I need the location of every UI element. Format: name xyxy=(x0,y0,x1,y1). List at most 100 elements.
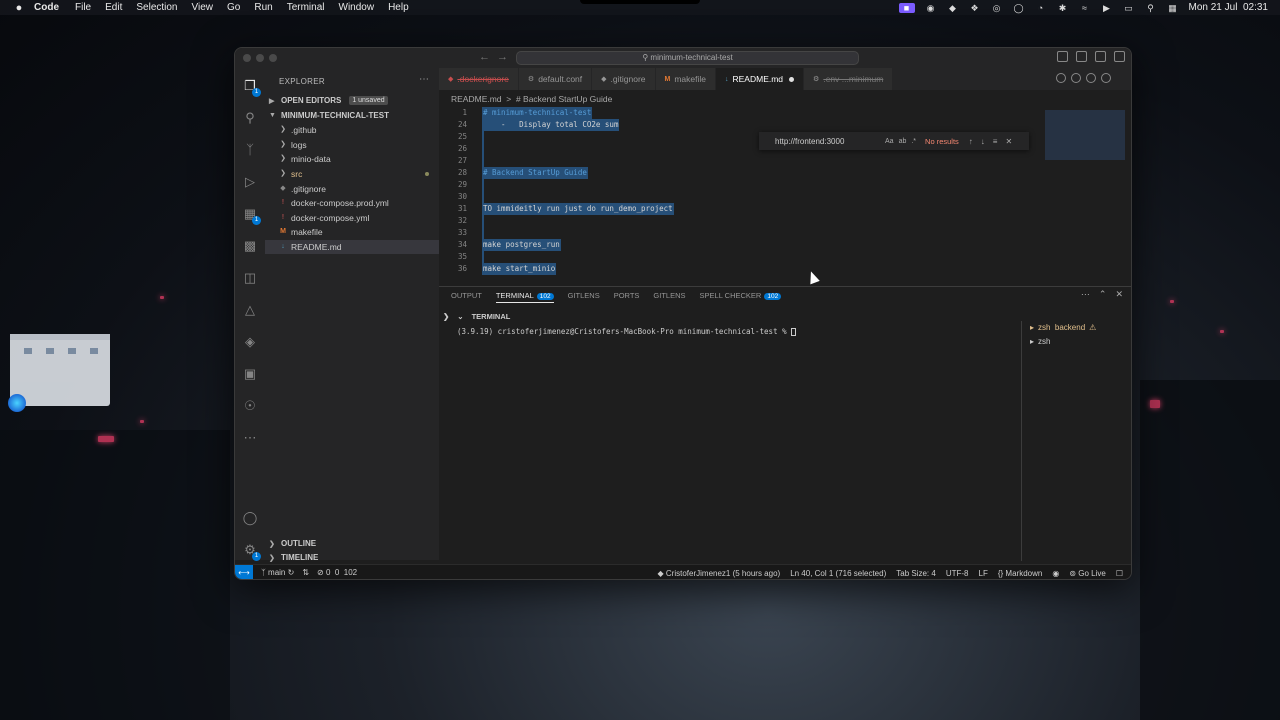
customize-layout-icon[interactable] xyxy=(1114,51,1125,62)
database-icon[interactable]: ◫ xyxy=(242,270,258,286)
notifications-icon[interactable]: ☐ xyxy=(1116,569,1123,578)
apple-icon[interactable]: ● xyxy=(12,2,26,14)
panel-tab-ports[interactable]: PORTS xyxy=(614,291,640,303)
terminal-section-header[interactable]: ❯ ⌄ TERMINAL xyxy=(443,312,510,321)
headphones-icon[interactable]: ◔ xyxy=(1035,3,1047,13)
open-editors-section[interactable]: ▶ OPEN EDITORS 1 unsaved xyxy=(269,96,388,105)
tab-makefile[interactable]: M makefile xyxy=(655,68,716,90)
menu-view[interactable]: View xyxy=(192,2,214,13)
menu-edit[interactable]: Edit xyxy=(105,2,122,13)
menu-app-name[interactable]: Code xyxy=(34,2,59,13)
tree-item-minio-data[interactable]: ❯ minio-data xyxy=(265,152,439,166)
menu-window[interactable]: Window xyxy=(339,2,375,13)
extensions-icon[interactable]: ▦ 1 xyxy=(242,206,261,225)
compare-icon[interactable] xyxy=(1086,73,1096,83)
outline-section[interactable]: ❯ OUTLINE xyxy=(269,539,316,548)
search-icon[interactable]: ⚲ xyxy=(1145,3,1157,13)
desktop-window-thumbnail[interactable] xyxy=(10,334,110,406)
testing-flask-icon[interactable]: △ xyxy=(242,302,258,318)
menu-terminal[interactable]: Terminal xyxy=(287,2,325,13)
remote-indicator-icon[interactable]: ⟷ xyxy=(235,564,253,579)
sync-icon[interactable]: ⇅ xyxy=(302,568,309,577)
git-branch[interactable]: ᛉ main ↻ xyxy=(261,568,294,577)
forward-arrow-icon[interactable]: → xyxy=(497,51,508,63)
tree-item-logs[interactable]: ❯ logs xyxy=(265,138,439,152)
menubar-clock[interactable]: Mon 21 Jul 02:31 xyxy=(1189,2,1269,13)
menu-go[interactable]: Go xyxy=(227,2,240,13)
search-icon[interactable]: ⚲ xyxy=(242,110,258,126)
tab-gitignore[interactable]: ◆ .gitignore xyxy=(592,68,656,90)
tree-item-gitignore[interactable]: ◆ .gitignore xyxy=(265,182,439,196)
stopwatch-icon[interactable]: ◯ xyxy=(1013,3,1025,13)
tab-dockerignore[interactable]: ◆ .dockerignore xyxy=(439,68,519,90)
explorer-icon[interactable]: ❐ 1 xyxy=(242,78,261,97)
maximize-panel-icon[interactable]: ⌃ xyxy=(1099,289,1107,300)
unsaved-dot[interactable] xyxy=(789,76,795,82)
bluetooth-icon[interactable]: ✱ xyxy=(1057,3,1069,13)
layers-icon[interactable]: ◈ xyxy=(242,334,258,350)
tree-item-readme[interactable]: ↓ README.md xyxy=(265,240,439,254)
screen-record-icon[interactable]: ■ xyxy=(898,2,915,13)
more-actions-icon[interactable]: ⋯ xyxy=(419,74,429,85)
next-match-icon[interactable]: ↓ xyxy=(981,137,985,146)
shield-icon[interactable]: ◆ xyxy=(947,3,959,13)
panel-tab-spell-checker[interactable]: SPELL CHECKER 102 xyxy=(700,291,782,303)
terminal-list-item[interactable]: ▸ zsh backend ⚠ xyxy=(1022,321,1131,335)
tree-item-makefile[interactable]: M makefile xyxy=(265,225,439,239)
tab-size[interactable]: Tab Size: 4 xyxy=(896,569,936,578)
docker-icon[interactable]: ▣ xyxy=(242,366,258,382)
panel-tab-gitlens[interactable]: GITLENS xyxy=(568,291,600,303)
find-input[interactable]: http://frontend:3000 xyxy=(775,137,885,146)
tab-default-conf[interactable]: ⚙ default.conf xyxy=(518,68,593,90)
edge-browser-icon[interactable] xyxy=(8,394,26,412)
close-icon[interactable]: ✕ xyxy=(1005,137,1012,146)
settings-gear-icon[interactable]: ⚙ 1 xyxy=(242,542,261,561)
project-section[interactable]: ▼ MINIMUM-TECHNICAL-TEST xyxy=(269,111,389,120)
tree-item-github[interactable]: ❯ .github xyxy=(265,123,439,137)
tab-env[interactable]: ⚙ .env ...minimum xyxy=(804,68,894,90)
tab-readme[interactable]: ↓ README.md xyxy=(716,68,805,90)
source-control-icon[interactable]: ᛉ xyxy=(242,142,258,158)
account-icon[interactable]: ◯ xyxy=(242,510,258,526)
encoding[interactable]: UTF-8 xyxy=(946,569,969,578)
close-window-button[interactable] xyxy=(243,54,251,62)
app-status-icon[interactable]: ◉ xyxy=(925,3,937,13)
find-in-selection-icon[interactable]: ≡ xyxy=(993,137,998,146)
more-actions-icon[interactable]: ⋯ xyxy=(1081,289,1090,300)
preview-icon[interactable] xyxy=(1071,73,1081,83)
broadcast-icon[interactable]: ❖ xyxy=(969,3,981,13)
minimize-window-button[interactable] xyxy=(256,54,264,62)
menu-help[interactable]: Help xyxy=(388,2,409,13)
toggle-sidebar-icon[interactable] xyxy=(1057,51,1068,62)
git-blame[interactable]: ◆ CristoferJimenez1 (5 hours ago) xyxy=(658,569,781,578)
panel-tab-terminal[interactable]: TERMINAL 102 xyxy=(495,291,554,303)
maximize-window-button[interactable] xyxy=(269,54,277,62)
run-debug-icon[interactable]: ▷ xyxy=(242,174,258,190)
menu-run[interactable]: Run xyxy=(254,2,272,13)
tree-item-docker-compose-prod[interactable]: ! docker-compose.prod.yml xyxy=(265,196,439,210)
panel-tab-output[interactable]: OUTPUT xyxy=(451,291,482,303)
menu-file[interactable]: File xyxy=(75,2,91,13)
wifi-icon[interactable]: ≈ xyxy=(1079,3,1091,13)
back-arrow-icon[interactable]: ← xyxy=(479,51,490,63)
open-changes-icon[interactable] xyxy=(1056,73,1066,83)
go-live-button[interactable]: ⊚ Go Live xyxy=(1069,569,1106,578)
toggle-panel-icon[interactable] xyxy=(1076,51,1087,62)
minimap[interactable] xyxy=(1045,110,1125,160)
problems-indicator[interactable]: ⊘ 0 0 102 xyxy=(317,568,357,577)
language-mode[interactable]: {} Markdown xyxy=(998,569,1042,578)
toggle-secondary-sidebar-icon[interactable] xyxy=(1095,51,1106,62)
vpn-icon[interactable]: ◎ xyxy=(991,3,1003,13)
terminal-prompt[interactable]: (3.9.19) cristoferjimenez@Cristofers-Mac… xyxy=(457,327,797,336)
tree-item-docker-compose[interactable]: ! docker-compose.yml xyxy=(265,211,439,225)
gitlens-icon[interactable]: ☉ xyxy=(242,398,258,414)
remote-explorer-icon[interactable]: ▩ xyxy=(242,238,258,254)
battery-icon[interactable]: ▭ xyxy=(1123,3,1135,13)
close-panel-icon[interactable]: ✕ xyxy=(1115,289,1123,300)
match-case-toggle[interactable]: Aa xyxy=(885,138,894,145)
terminal-list-item[interactable]: ▸ zsh xyxy=(1022,335,1131,349)
command-center-search[interactable]: ⚲ minimum-technical-test xyxy=(516,51,859,65)
match-whole-word-icon[interactable]: ab xyxy=(899,138,907,145)
split-editor-icon[interactable] xyxy=(1101,73,1111,83)
cursor-position[interactable]: Ln 40, Col 1 (716 selected) xyxy=(790,569,886,578)
